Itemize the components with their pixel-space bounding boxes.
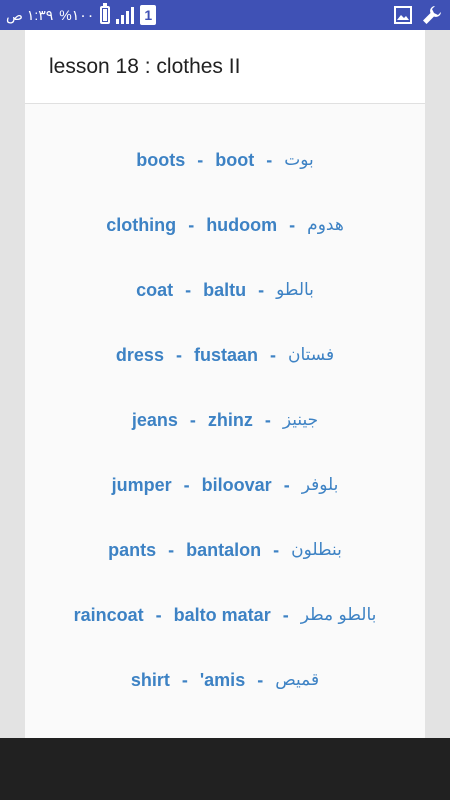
transliteration: biloovar	[201, 474, 272, 495]
separator: -	[181, 669, 188, 690]
transliteration: boot	[215, 149, 255, 170]
arabic-word: هدوم	[307, 215, 344, 235]
navigation-bar	[0, 738, 450, 800]
arabic-word: جينيز	[282, 410, 319, 430]
separator: -	[266, 149, 273, 170]
english-word: jumper	[111, 474, 172, 495]
transliteration: bantalon	[186, 539, 262, 560]
battery-percent: %١٠٠	[59, 6, 95, 23]
arabic-word: بوت	[284, 150, 314, 170]
separator: -	[258, 279, 265, 300]
sim-icon: 1	[140, 5, 157, 25]
lesson-header: lesson 18 : clothes II	[25, 30, 425, 104]
english-word: clothing	[106, 214, 177, 235]
english-word: shirt	[130, 669, 170, 690]
arabic-word: بلوفر	[301, 475, 339, 495]
battery-icon	[100, 3, 111, 24]
english-word: raincoat	[73, 604, 144, 625]
list-item[interactable]: clothing - hudoom - هدوم	[25, 205, 425, 245]
list-item[interactable]: jumper - biloovar - بلوفر	[25, 465, 425, 505]
transliteration: balto matar	[173, 604, 271, 625]
separator: -	[197, 149, 204, 170]
arabic-word: بنطلون	[291, 540, 342, 560]
list-item[interactable]: coat - baltu - بالطو	[25, 270, 425, 310]
list-item[interactable]: boots - boot - بوت	[25, 140, 425, 180]
arabic-word: بالطو	[276, 280, 314, 300]
separator: -	[282, 604, 289, 625]
separator: -	[189, 409, 196, 430]
separator: -	[155, 604, 162, 625]
signal-icon	[116, 6, 135, 24]
english-word: jeans	[131, 409, 178, 430]
clock: ١:٣٩ ص	[6, 6, 54, 23]
separator: -	[257, 669, 264, 690]
list-item[interactable]: shirt - 'amis - قميص	[25, 660, 425, 700]
page-title: lesson 18 : clothes II	[49, 54, 241, 78]
wrench-icon	[423, 6, 441, 24]
list-item[interactable]: jeans - zhinz - جينيز	[25, 400, 425, 440]
status-bar: ١:٣٩ ص %١٠٠ 1	[0, 0, 450, 30]
separator: -	[183, 474, 190, 495]
transliteration: fustaan	[193, 344, 258, 365]
separator: -	[283, 474, 290, 495]
list-item[interactable]: raincoat - balto matar - بالطو مطر	[25, 595, 425, 635]
arabic-word: قميص	[275, 670, 320, 690]
status-right	[394, 0, 442, 30]
list-item[interactable]: dress - fustaan - فستان	[25, 335, 425, 375]
separator: -	[289, 214, 296, 235]
arabic-word: فستان	[287, 345, 335, 365]
english-word: boots	[136, 149, 186, 170]
transliteration: hudoom	[206, 214, 278, 235]
list-item[interactable]: pants - bantalon - بنطلون	[25, 530, 425, 570]
status-left: ١:٣٩ ص %١٠٠ 1	[6, 0, 157, 30]
separator: -	[273, 539, 280, 560]
separator: -	[168, 539, 175, 560]
english-word: pants	[108, 539, 157, 560]
transliteration: baltu	[203, 279, 247, 300]
separator: -	[185, 279, 192, 300]
english-word: dress	[115, 344, 164, 365]
transliteration: 'amis	[199, 669, 246, 690]
english-word: coat	[136, 279, 174, 300]
separator: -	[264, 409, 271, 430]
gallery-icon	[394, 6, 412, 24]
arabic-word: بالطو مطر	[300, 605, 377, 625]
lesson-card: lesson 18 : clothes II boots - boot - بو…	[25, 30, 425, 738]
separator: -	[269, 344, 276, 365]
separator: -	[188, 214, 195, 235]
transliteration: zhinz	[207, 409, 253, 430]
separator: -	[175, 344, 182, 365]
